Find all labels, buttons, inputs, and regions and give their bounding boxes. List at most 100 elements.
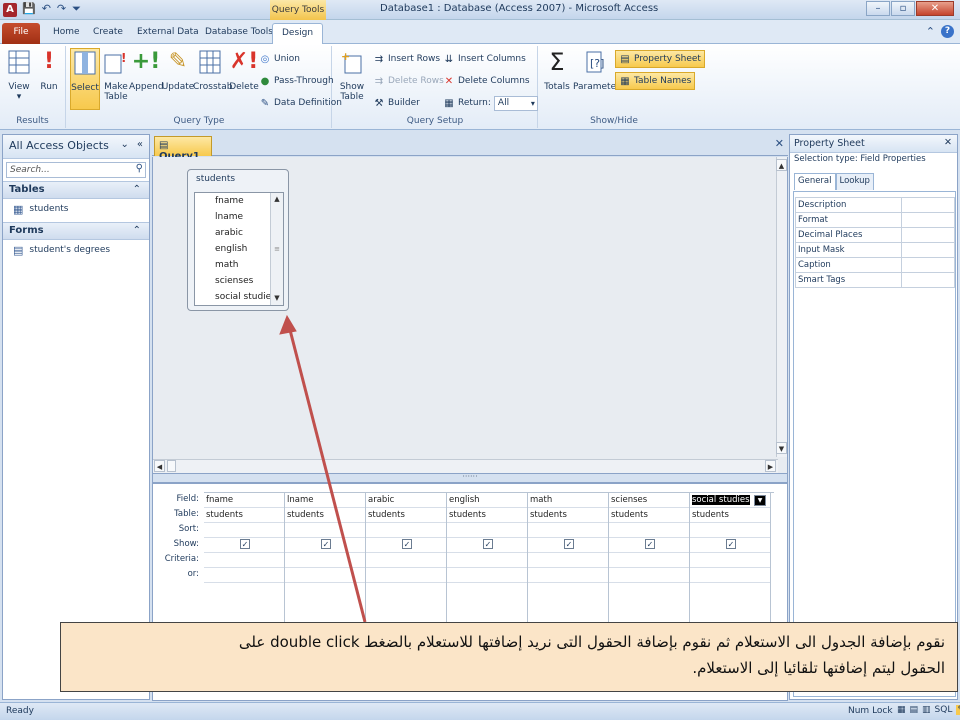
scroll-down-icon[interactable]: ▼ [271, 292, 283, 305]
insert-rows-button[interactable]: ⇉ Insert Rows [373, 50, 440, 68]
table-cell[interactable]: students [690, 508, 770, 523]
property-value[interactable] [902, 213, 954, 227]
property-value[interactable] [902, 258, 954, 272]
property-value[interactable] [902, 273, 954, 287]
field-cell-selected[interactable]: social studies ▼ [690, 493, 770, 508]
sort-cell[interactable] [690, 523, 770, 538]
customize-qat-icon[interactable]: ⏷ [72, 2, 81, 16]
access-app-icon[interactable]: A [3, 3, 17, 17]
show-checkbox[interactable]: ✓ [564, 539, 574, 549]
close-query-icon[interactable]: ✕ [775, 137, 784, 150]
union-button[interactable]: ◎ Union [259, 50, 300, 68]
chart-view-icon[interactable]: ▥ [922, 705, 931, 715]
table-cell[interactable]: students [447, 508, 527, 523]
criteria-cell[interactable] [690, 553, 770, 568]
table-cell[interactable]: students [528, 508, 608, 523]
tab-home[interactable]: Home [44, 23, 89, 44]
scroll-down-icon[interactable]: ▼ [776, 442, 787, 454]
delete-query-button[interactable]: ✗! Delete [227, 48, 261, 93]
tab-file[interactable]: File [2, 23, 40, 44]
property-value[interactable] [902, 228, 954, 242]
field-cell[interactable]: math [528, 493, 608, 508]
or-cell[interactable] [366, 568, 446, 583]
maximize-button[interactable]: ▫ [891, 1, 915, 16]
tab-database-tools[interactable]: Database Tools [196, 23, 282, 44]
view-button[interactable]: View ▾ [4, 48, 34, 102]
nav-item-students-degrees-form[interactable]: ▤ student's degrees [3, 240, 149, 260]
field-list-scrollbar[interactable]: ▲ ≡ ▼ [270, 193, 283, 305]
sort-cell[interactable] [204, 523, 284, 538]
field-cell[interactable]: lname [285, 493, 365, 508]
select-query-button[interactable]: Select [70, 48, 100, 110]
append-button[interactable]: +! Append [129, 48, 164, 93]
table-names-toggle[interactable]: ▦ Table Names [615, 72, 696, 90]
criteria-cell[interactable] [609, 553, 689, 568]
pane-splitter[interactable]: ······ [152, 473, 788, 483]
field-cell[interactable]: fname [204, 493, 284, 508]
design-view-icon[interactable]: ✎ [956, 705, 960, 715]
crosstab-button[interactable]: Crosstab [193, 48, 232, 92]
data-definition-button[interactable]: ✎ Data Definition [259, 94, 342, 112]
table-cell[interactable]: students [609, 508, 689, 523]
tab-lookup[interactable]: Lookup [835, 173, 874, 190]
table-cell[interactable]: students [366, 508, 446, 523]
sort-cell[interactable] [366, 523, 446, 538]
sort-cell[interactable] [609, 523, 689, 538]
totals-button[interactable]: Σ Totals [541, 48, 573, 92]
field-cell[interactable]: arabic [366, 493, 446, 508]
help-icon[interactable]: ? [941, 25, 954, 38]
shutter-bar-close-icon[interactable]: « [137, 139, 143, 150]
scroll-left-icon[interactable]: ◀ [154, 460, 165, 472]
field-cell[interactable]: scienses [609, 493, 689, 508]
minimize-button[interactable]: – [866, 1, 890, 16]
or-cell[interactable] [447, 568, 527, 583]
criteria-cell[interactable] [204, 553, 284, 568]
delete-rows-button[interactable]: ⇉ Delete Rows [373, 72, 444, 90]
property-value[interactable] [902, 198, 954, 212]
property-sheet-toggle[interactable]: ▤ Property Sheet [615, 50, 705, 68]
pivot-view-icon[interactable]: ▤ [910, 705, 919, 715]
close-property-sheet-icon[interactable]: ✕ [944, 137, 952, 148]
nav-item-students-table[interactable]: ▦ students [3, 199, 149, 219]
undo-icon[interactable]: ↶ [42, 2, 51, 16]
parameters-button[interactable]: [?] Parameters [573, 48, 625, 92]
table-cell[interactable]: students [204, 508, 284, 523]
builder-button[interactable]: ⚒ Builder [373, 94, 420, 112]
or-cell[interactable] [285, 568, 365, 583]
criteria-cell[interactable] [285, 553, 365, 568]
scroll-up-icon[interactable]: ▲ [776, 159, 787, 171]
property-value[interactable] [902, 243, 954, 257]
nav-search-input[interactable]: Search... ⚲ [6, 162, 146, 178]
table-cell[interactable]: students [285, 508, 365, 523]
make-table-button[interactable]: ! Make Table [101, 48, 131, 102]
sort-cell[interactable] [528, 523, 608, 538]
return-dropdown[interactable]: All [493, 95, 538, 111]
criteria-cell[interactable] [447, 553, 527, 568]
tab-design[interactable]: Design [272, 23, 324, 44]
tab-create[interactable]: Create [84, 23, 132, 44]
sort-cell[interactable] [285, 523, 365, 538]
tab-general[interactable]: General [794, 173, 836, 190]
nav-group-tables[interactable]: Tables ⌃ [3, 181, 149, 199]
or-cell[interactable] [690, 568, 770, 583]
field-dropdown-icon[interactable]: ▼ [754, 495, 766, 506]
datasheet-view-icon[interactable]: ▦ [897, 705, 906, 715]
nav-menu-chevron-icon[interactable]: ⌄ [120, 139, 128, 150]
upper-horizontal-scrollbar[interactable]: ◀ ▶ [153, 459, 778, 473]
scroll-thumb-grip-icon[interactable]: ≡ [271, 206, 283, 292]
collapse-icon[interactable]: ⌃ [133, 225, 141, 236]
delete-columns-button[interactable]: ✕ Delete Columns [443, 72, 530, 90]
minimize-ribbon-icon[interactable]: ⌃ [926, 25, 935, 38]
or-cell[interactable] [609, 568, 689, 583]
save-icon[interactable]: 💾 [22, 2, 36, 16]
field-cell[interactable]: english [447, 493, 527, 508]
sort-cell[interactable] [447, 523, 527, 538]
scroll-thumb[interactable] [167, 460, 176, 472]
run-button[interactable]: ! Run [34, 48, 64, 93]
show-checkbox[interactable]: ✓ [321, 539, 331, 549]
collapse-icon[interactable]: ⌃ [133, 184, 141, 195]
or-cell[interactable] [528, 568, 608, 583]
scroll-up-icon[interactable]: ▲ [271, 193, 283, 206]
sql-view-icon[interactable]: SQL [935, 705, 953, 715]
show-checkbox[interactable]: ✓ [726, 539, 736, 549]
